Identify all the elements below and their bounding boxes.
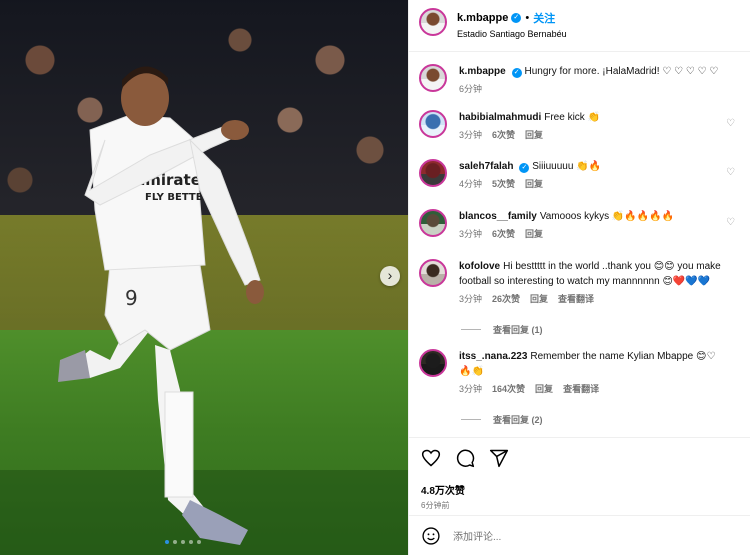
separator-dot: • [525, 12, 530, 24]
carousel-dot [173, 540, 177, 544]
comment-row: itss_.nana.223 Remember the name Kylian M… [419, 349, 739, 395]
comment-input[interactable]: 添加评论... [453, 528, 501, 543]
comment-time: 3分钟 [459, 384, 483, 394]
comment-text: Free kick 👏 [544, 112, 601, 123]
comment-likes[interactable]: 5次赞 [492, 177, 515, 190]
follow-button[interactable]: 关注 [533, 10, 555, 26]
comment-likes[interactable]: 164次赞 [492, 382, 525, 395]
author-avatar[interactable] [419, 8, 447, 36]
carousel-dot-active [165, 540, 169, 544]
commenter-avatar[interactable] [419, 209, 447, 237]
comment-time: 4分钟 [459, 179, 483, 189]
translate-button[interactable]: 查看翻译 [563, 382, 599, 395]
comment-time: 3分钟 [459, 294, 483, 304]
comment-row: saleh7falah ✓ Siiiuuuuu 👏🔥 4分钟 5次赞 回复 ♡ [419, 159, 739, 190]
likes-count[interactable]: 4.8万次赞 [409, 468, 750, 497]
comment-like-heart-icon[interactable]: ♡ [726, 217, 735, 228]
verified-badge-icon: ✓ [519, 163, 530, 173]
comment-row: kofolove Hi besttttt in the world ..thank… [419, 259, 739, 305]
svg-text:9: 9 [125, 286, 138, 310]
view-replies-button[interactable]: 查看回复 (1) [461, 323, 543, 336]
commenter-avatar[interactable] [419, 259, 447, 287]
chevron-right-icon[interactable]: › [380, 266, 400, 286]
comment-like-heart-icon[interactable]: ♡ [726, 118, 735, 129]
reply-button[interactable]: 回复 [535, 382, 553, 395]
commenter-username[interactable]: habibialmahmudi [459, 112, 541, 123]
comment-time: 3分钟 [459, 130, 483, 140]
comment-row: habibialmahmudi Free kick 👏 3分钟 6次赞 回复 ♡ [419, 110, 739, 141]
view-replies-label: 查看回复 (1) [493, 325, 543, 335]
heart-icon[interactable] [421, 448, 441, 468]
author-avatar[interactable] [419, 64, 447, 92]
caption-time: 6分钟 [459, 84, 483, 94]
post-time: 6分钟前 [421, 501, 450, 510]
comment-likes[interactable]: 6次赞 [492, 128, 515, 141]
svg-text:FLY BETTER: FLY BETTER [145, 192, 211, 203]
carousel-dots [165, 540, 201, 544]
view-replies-label: 查看回复 (2) [493, 415, 543, 425]
caption-text: Hungry for more. ¡HalaMadrid! ♡ ♡ ♡ ♡ ♡ [524, 66, 719, 77]
translate-button[interactable]: 查看翻译 [558, 292, 594, 305]
post-detail-panel: k.mbappe ✓ • 关注 Estadio Santiago Bernabé… [408, 0, 750, 555]
commenter-avatar[interactable] [419, 349, 447, 377]
emoji-icon[interactable] [421, 526, 441, 546]
carousel-dot [181, 540, 185, 544]
commenter-username[interactable]: blancos__family [459, 211, 537, 222]
caption-row: k.mbappe ✓ Hungry for more. ¡HalaMadrid! … [419, 64, 739, 95]
view-replies-button[interactable]: 查看回复 (2) [461, 413, 543, 426]
reply-button[interactable]: 回复 [525, 128, 543, 141]
comment-icon[interactable] [455, 448, 475, 468]
post-photo[interactable]: 9 Emirates FLY BETTER › [0, 0, 408, 555]
add-comment-bar: 添加评论... [409, 515, 750, 555]
reply-button[interactable]: 回复 [525, 227, 543, 240]
carousel-dot [197, 540, 201, 544]
commenter-avatar[interactable] [419, 159, 447, 187]
divider-line [461, 329, 481, 330]
carousel-dot [189, 540, 193, 544]
reply-button[interactable]: 回复 [525, 177, 543, 190]
divider-line [461, 419, 481, 420]
comments-list: k.mbappe ✓ Hungry for more. ¡HalaMadrid! … [409, 60, 750, 435]
comment-like-heart-icon[interactable]: ♡ [726, 167, 735, 178]
commenter-avatar[interactable] [419, 110, 447, 138]
share-icon[interactable] [489, 448, 509, 468]
verified-badge-icon: ✓ [511, 68, 522, 78]
comment-row: blancos__family Vamooos kykys 👏🔥🔥🔥🔥 3分钟 6… [419, 209, 739, 240]
comment-likes[interactable]: 6次赞 [492, 227, 515, 240]
player-figure: 9 Emirates FLY BETTER [58, 66, 264, 545]
reply-button[interactable]: 回复 [530, 292, 548, 305]
location-link[interactable]: Estadio Santiago Bernabéu [457, 29, 567, 39]
commenter-username[interactable]: kofolove [459, 261, 500, 272]
comment-time: 3分钟 [459, 229, 483, 239]
author-username[interactable]: k.mbappe [457, 12, 508, 24]
comment-likes[interactable]: 26次赞 [492, 292, 520, 305]
comment-text: Vamooos kykys 👏🔥🔥🔥🔥 [539, 211, 675, 222]
post-header: k.mbappe ✓ • 关注 Estadio Santiago Bernabé… [409, 0, 750, 52]
commenter-username[interactable]: itss_.nana.223 [459, 351, 527, 362]
commenter-username[interactable]: saleh7falah [459, 161, 513, 172]
comment-text: Siiiuuuuu 👏🔥 [532, 161, 602, 172]
caption-username[interactable]: k.mbappe [459, 66, 506, 77]
verified-badge-icon: ✓ [511, 13, 522, 23]
